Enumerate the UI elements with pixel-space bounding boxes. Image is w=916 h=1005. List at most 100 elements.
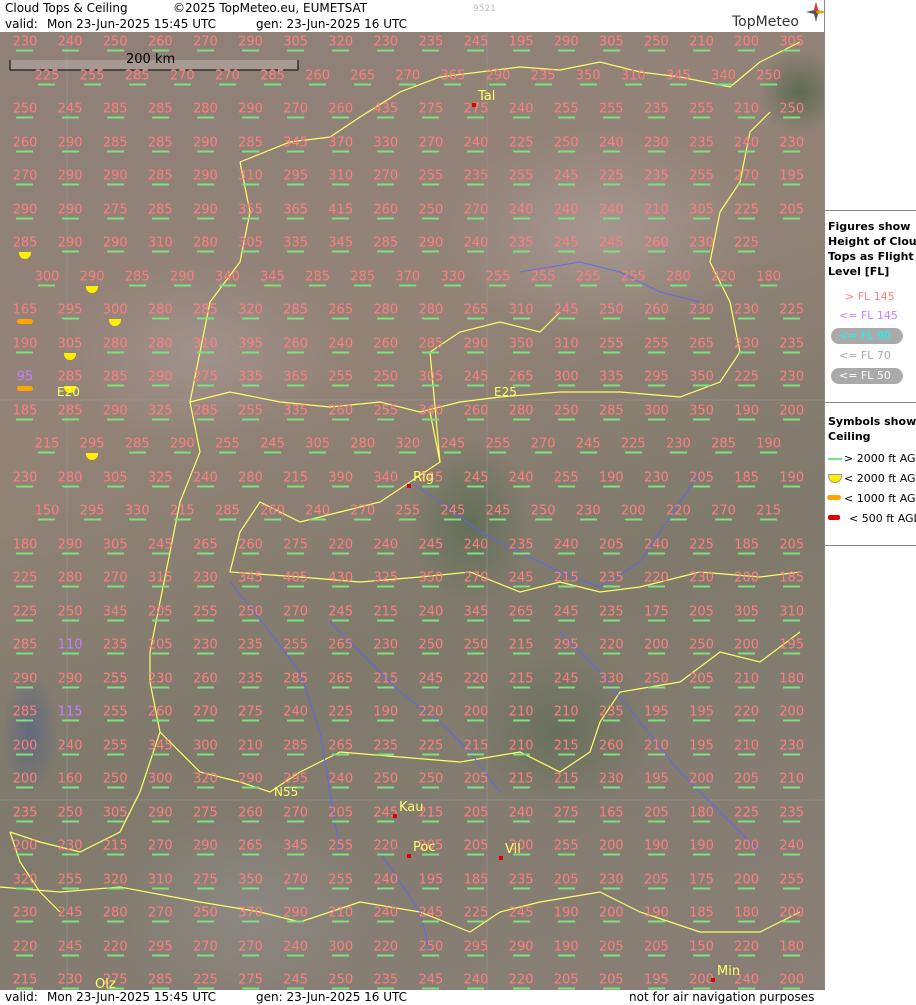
brand-logo-text: TopMeteo xyxy=(732,14,799,30)
symbol-label-3: < 1000 ft AGL xyxy=(844,492,916,505)
cloud-top-value: 200 xyxy=(734,637,760,653)
cloud-top-value: 240 xyxy=(305,503,331,519)
cloud-top-value: 255 xyxy=(553,101,579,117)
city-marker xyxy=(472,103,476,107)
cloud-top-value: 345 xyxy=(147,738,173,753)
cloud-top-value: 285 xyxy=(102,101,128,117)
cloud-top-value: 220 xyxy=(102,939,128,954)
cloud-top-value: 180 xyxy=(779,939,805,954)
cloud-top-value: 255 xyxy=(485,436,511,452)
cloud-top-value: 350 xyxy=(418,570,444,586)
cloud-top-value: 290 xyxy=(57,202,83,217)
cloud-top-value: 255 xyxy=(192,604,218,619)
cloud-top-value: 205 xyxy=(463,838,489,854)
cloud-top-value: 285 xyxy=(283,738,309,753)
cloud-top-value: 205 xyxy=(553,972,579,988)
cloud-top-value: 270 xyxy=(734,168,760,184)
cloud-top-value: 265 xyxy=(192,537,218,552)
cloud-top-value: 260 xyxy=(238,537,263,552)
cloud-top-value: 190 xyxy=(12,336,38,351)
cloud-top-value: 220 xyxy=(643,570,669,586)
cloud-top-value: 285 xyxy=(305,269,331,284)
cloud-top-value: 190 xyxy=(779,470,805,485)
cloud-top-value: 205 xyxy=(553,872,579,887)
cloud-top-value: 305 xyxy=(418,369,444,385)
cloud-top-value: 295 xyxy=(79,503,105,519)
cloud-top-value: 345 xyxy=(463,604,489,619)
cloud-top-value: 195 xyxy=(689,738,714,753)
symbols-heading-1: Symbols show xyxy=(828,415,916,428)
cloud-top-value: 235 xyxy=(779,805,805,820)
cloud-top-value: 285 xyxy=(57,369,83,385)
cloud-top-value: 235 xyxy=(238,637,263,653)
grid-label-e25: E25 xyxy=(494,385,517,399)
cloud-top-value: 240 xyxy=(508,470,534,485)
cloud-top-value: 240 xyxy=(373,872,399,887)
cloud-top-value: 165 xyxy=(598,805,624,820)
cloud-top-value: 245 xyxy=(440,503,466,519)
city-olz: Olz xyxy=(95,977,116,990)
cloud-top-value: 245 xyxy=(463,369,489,385)
cloud-top-value: 200 xyxy=(620,503,646,519)
legend-heading-1: Figures show xyxy=(828,220,911,233)
cloud-top-value: 260 xyxy=(373,202,399,217)
cloud-top-value: 220 xyxy=(418,704,444,720)
city-marker xyxy=(499,856,503,860)
cloud-top-value: 255 xyxy=(620,269,646,284)
cloud-top-value: 340 xyxy=(214,269,240,284)
cloud-top-value: 285 xyxy=(350,269,376,284)
cloud-top-value: 335 xyxy=(598,369,624,385)
cloud-top-value: 200 xyxy=(12,838,38,854)
ceiling-orange-icon xyxy=(827,495,841,500)
cloud-top-value: 395 xyxy=(238,336,263,351)
cloud-top-value: 245 xyxy=(463,34,489,50)
scale-bar-label: 200 km xyxy=(126,52,176,67)
cloud-top-value: 270 xyxy=(463,570,489,586)
cloud-top-value: 315 xyxy=(147,570,173,586)
cloud-top-value: 290 xyxy=(485,68,511,83)
cloud-top-value: 290 xyxy=(169,269,195,284)
cloud-top-value: 285 xyxy=(283,302,309,318)
cloud-top-value: 230 xyxy=(598,872,624,887)
legend-divider xyxy=(825,545,916,546)
cloud-top-value: 235 xyxy=(643,168,669,184)
cloud-top-value: 280 xyxy=(238,470,263,485)
cloud-top-value: 345 xyxy=(283,135,309,150)
cloud-top-value: 195 xyxy=(418,872,444,887)
cloud-top-value: 285 xyxy=(12,704,38,720)
cloud-top-value: 250 xyxy=(598,302,624,318)
cloud-top-value: 275 xyxy=(418,101,444,117)
cloud-top-value: 320 xyxy=(12,872,38,887)
symbol-label-2: < 2000 ft AGL xyxy=(844,472,916,485)
cloud-top-value: 225 xyxy=(779,302,805,318)
cloud-top-value: 240 xyxy=(463,972,489,988)
cloud-top-value: 230 xyxy=(12,34,38,50)
cloud-top-value: 215 xyxy=(756,503,782,519)
cloud-top-value: 190 xyxy=(734,403,760,418)
cloud-top-value: 285 xyxy=(57,403,83,418)
cloud-top-value: 230 xyxy=(373,34,399,50)
cloud-top-value: 265 xyxy=(689,336,714,351)
satellite-map[interactable]: 200 km 230 240 250 260 270 290 305 320 230 235 245… xyxy=(0,32,824,990)
cloud-top-value: 355 xyxy=(238,202,263,217)
cloud-top-value: 245 xyxy=(57,101,83,117)
cloud-top-value: 150 xyxy=(34,503,60,519)
cloud-top-value: 205 xyxy=(147,637,173,653)
cloud-top-value: 290 xyxy=(102,168,128,184)
cloud-top-value: 240 xyxy=(373,905,399,921)
cloud-top-value: 215 xyxy=(34,436,60,452)
cloud-top-value: 285 xyxy=(711,436,736,452)
cloud-top-value: 235 xyxy=(598,570,624,586)
cloud-top-value: 280 xyxy=(102,905,128,921)
cloud-top-value: 240 xyxy=(779,838,805,854)
cloud-top-value: 285 xyxy=(102,369,128,385)
cloud-top-value: 235 xyxy=(12,805,38,820)
cloud-top-value: 235 xyxy=(530,68,556,83)
cloud-top-value: 325 xyxy=(373,570,399,586)
cloud-top-value: 245 xyxy=(418,671,444,686)
cloud-top-value: 200 xyxy=(779,704,805,720)
cloud-top-value: 210 xyxy=(689,34,714,50)
city-rig: Rig xyxy=(413,470,434,485)
cloud-top-value: 250 xyxy=(57,805,83,820)
cloud-top-value: 210 xyxy=(238,738,263,753)
